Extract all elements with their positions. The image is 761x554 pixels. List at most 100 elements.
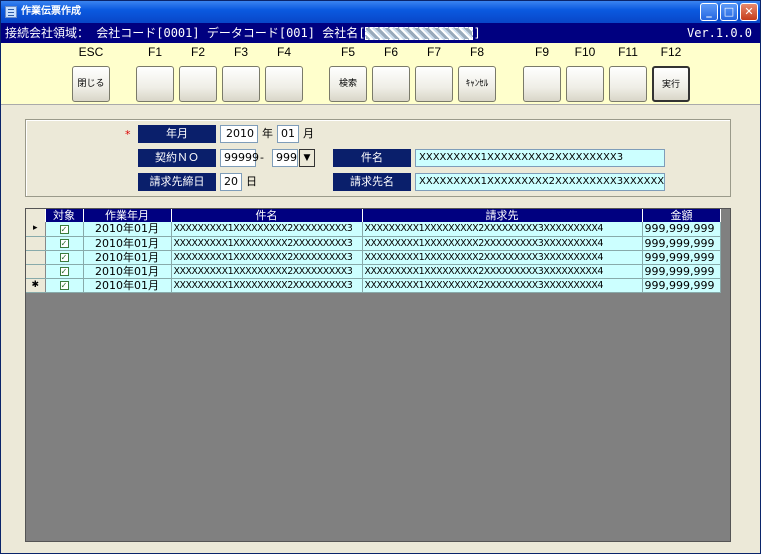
cancel-button[interactable]: ｷｬﾝｾﾙ <box>458 66 496 102</box>
minimize-button[interactable]: _ <box>700 3 718 21</box>
condition-panel: * 年月 2010 年 01 月 契約ＮＯ 99999 - 999 ▼ 件名 X… <box>25 119 731 197</box>
subject-cell[interactable]: XXXXXXXXX1XXXXXXXXX2XXXXXXXXX3 <box>171 222 363 237</box>
app-icon <box>5 6 17 18</box>
target-checkbox[interactable]: ✓ <box>59 281 69 290</box>
redacted-company-name <box>365 27 474 40</box>
table-row[interactable]: ▸ ✓ 2010年01月 XXXXXXXXX1XXXXXXXXX2XXXXXXX… <box>26 222 722 237</box>
fkey-label-f4: F4 <box>276 45 291 59</box>
year-month-cell[interactable]: 2010年01月 <box>83 250 172 265</box>
billto-cell[interactable]: XXXXXXXXX1XXXXXXXXX2XXXXXXXXX3XXXXXXXXX4 <box>362 250 643 265</box>
execute-button[interactable]: 実行 <box>652 66 690 102</box>
function-key-bar: ESC 閉じる F1 F2 F3 F4 F5 検索 F6 F7 F8 ｷｬﾝｾﾙ F9… <box>1 43 760 105</box>
table-row[interactable]: ✓ 2010年01月 XXXXXXXXX1XXXXXXXXX2XXXXXXXXX… <box>26 264 722 279</box>
window-title: 作業伝票作成 <box>21 6 81 17</box>
contract-no-input[interactable]: 99999 <box>220 149 259 167</box>
billto-label: 請求先名 <box>333 173 411 191</box>
row-header-corner <box>26 209 46 222</box>
billto-cell[interactable]: XXXXXXXXX1XXXXXXXXX2XXXXXXXXX3XXXXXXXXX4 <box>362 222 643 237</box>
amount-cell[interactable]: 999,999,999 <box>642 236 722 251</box>
fkey-label-f10: F10 <box>574 45 596 59</box>
slip-grid: 対象 作業年月 件名 請求先 金額 ▸ ✓ 2010年01月 XXXXXXXXX… <box>25 208 731 542</box>
contract-separator: - <box>260 151 264 164</box>
close-button[interactable]: 閉じる <box>72 66 110 102</box>
fkey-label-f3: F3 <box>233 45 248 59</box>
row-current-marker-icon: ▸ <box>26 222 46 237</box>
closing-day-input[interactable]: 20 <box>220 173 242 191</box>
f6-button[interactable] <box>372 66 410 102</box>
table-row[interactable]: ✓ 2010年01月 XXXXXXXXX1XXXXXXXXX2XXXXXXXXX… <box>26 236 722 251</box>
closing-day-unit: 日 <box>246 175 257 188</box>
year-input[interactable]: 2010 <box>220 125 258 143</box>
table-row[interactable]: ✓ 2010年01月 XXXXXXXXX1XXXXXXXXX2XXXXXXXXX… <box>26 250 722 265</box>
subject-cell[interactable]: XXXXXXXXX1XXXXXXXXX2XXXXXXXXX3 <box>171 250 363 265</box>
year-month-cell[interactable]: 2010年01月 <box>83 222 172 237</box>
search-button[interactable]: 検索 <box>329 66 367 102</box>
col-amount[interactable]: 金額 <box>642 209 722 222</box>
subject-cell[interactable]: XXXXXXXXX1XXXXXXXXX2XXXXXXXXX3 <box>171 264 363 279</box>
target-checkbox[interactable]: ✓ <box>59 224 69 234</box>
f7-button[interactable] <box>415 66 453 102</box>
amount-cell[interactable]: 999,999,999 <box>642 250 722 265</box>
company-code: 会社コード[0001] <box>96 26 200 40</box>
app-window: 作業伝票作成 _ □ ✕ 接続会社領域： 会社コード[0001] データコード[… <box>0 0 761 554</box>
year-unit: 年 <box>262 127 273 140</box>
billto-cell[interactable]: XXXXXXXXX1XXXXXXXXX2XXXXXXXXX3XXXXXXXXX4 <box>362 236 643 251</box>
subject-field[interactable]: XXXXXXXXX1XXXXXXXXX2XXXXXXXXX3 <box>415 149 665 167</box>
connection-info-bar: 接続会社領域： 会社コード[0001] データコード[001] 会社名[] Ve… <box>1 23 760 43</box>
f2-button[interactable] <box>179 66 217 102</box>
f9-button[interactable] <box>523 66 561 102</box>
version-label: Ver.1.0.0 <box>686 26 752 40</box>
fkey-label-f7: F7 <box>426 45 441 59</box>
fkey-label-f12: F12 <box>660 45 682 59</box>
target-checkbox[interactable]: ✓ <box>59 239 69 248</box>
close-window-button[interactable]: ✕ <box>740 3 758 21</box>
fkey-label-f9: F9 <box>534 45 549 59</box>
year-month-label: 年月 <box>138 125 216 143</box>
target-checkbox[interactable]: ✓ <box>59 267 69 276</box>
fkey-label-f1: F1 <box>147 45 162 59</box>
f3-button[interactable] <box>222 66 260 102</box>
subject-cell[interactable]: XXXXXXXXX1XXXXXXXXX2XXXXXXXXX3 <box>171 278 363 293</box>
table-row[interactable]: ✱ ✓ 2010年01月 XXXXXXXXX1XXXXXXXXX2XXXXXXX… <box>26 278 722 293</box>
year-month-cell[interactable]: 2010年01月 <box>83 264 172 279</box>
billto-cell[interactable]: XXXXXXXXX1XXXXXXXXX2XXXXXXXXX3XXXXXXXXX4 <box>362 278 643 293</box>
amount-cell[interactable]: 999,999,999 <box>642 264 722 279</box>
maximize-button[interactable]: □ <box>720 3 738 21</box>
contract-sub-input[interactable]: 999 <box>272 149 298 167</box>
required-mark: * <box>125 128 131 141</box>
subject-cell[interactable]: XXXXXXXXX1XXXXXXXXX2XXXXXXXXX3 <box>171 236 363 251</box>
col-year-month[interactable]: 作業年月 <box>83 209 172 222</box>
row-header <box>26 236 46 251</box>
f1-button[interactable] <box>136 66 174 102</box>
billto-cell[interactable]: XXXXXXXXX1XXXXXXXXX2XXXXXXXXX3XXXXXXXXX4 <box>362 264 643 279</box>
year-month-cell[interactable]: 2010年01月 <box>83 236 172 251</box>
f4-button[interactable] <box>265 66 303 102</box>
year-month-cell[interactable]: 2010年01月 <box>83 278 172 293</box>
billto-field[interactable]: XXXXXXXXX1XXXXXXXXX2XXXXXXXXX3XXXXXXXXX4 <box>415 173 665 191</box>
col-billto[interactable]: 請求先 <box>362 209 643 222</box>
col-target[interactable]: 対象 <box>45 209 84 222</box>
fkey-label-f11: F11 <box>618 45 638 59</box>
amount-cell[interactable]: 999,999,999 <box>642 222 722 237</box>
f11-button[interactable] <box>609 66 647 102</box>
dropdown-arrow-icon[interactable]: ▼ <box>299 149 315 167</box>
month-unit: 月 <box>303 127 314 140</box>
f10-button[interactable] <box>566 66 604 102</box>
contract-no-label: 契約ＮＯ <box>138 149 216 167</box>
row-header <box>26 250 46 265</box>
fkey-label-f2: F2 <box>190 45 205 59</box>
fkey-label-f8: F8 <box>469 45 484 59</box>
target-checkbox[interactable]: ✓ <box>59 253 69 262</box>
data-code: データコード[001] <box>206 26 315 40</box>
amount-cell[interactable]: 999,999,999 <box>642 278 722 293</box>
new-row-marker-icon: ✱ <box>26 278 46 293</box>
row-header <box>26 264 46 279</box>
title-bar: 作業伝票作成 _ □ ✕ <box>1 1 760 23</box>
month-input[interactable]: 01 <box>277 125 299 143</box>
fkey-label-f6: F6 <box>383 45 398 59</box>
subject-label: 件名 <box>333 149 411 167</box>
grid-header-row: 対象 作業年月 件名 請求先 金額 <box>26 209 722 222</box>
slip-table: 対象 作業年月 件名 請求先 金額 ▸ ✓ 2010年01月 XXXXXXXXX… <box>26 209 722 293</box>
domain-label: 接続会社領域： <box>5 26 90 40</box>
col-subject[interactable]: 件名 <box>171 209 363 222</box>
